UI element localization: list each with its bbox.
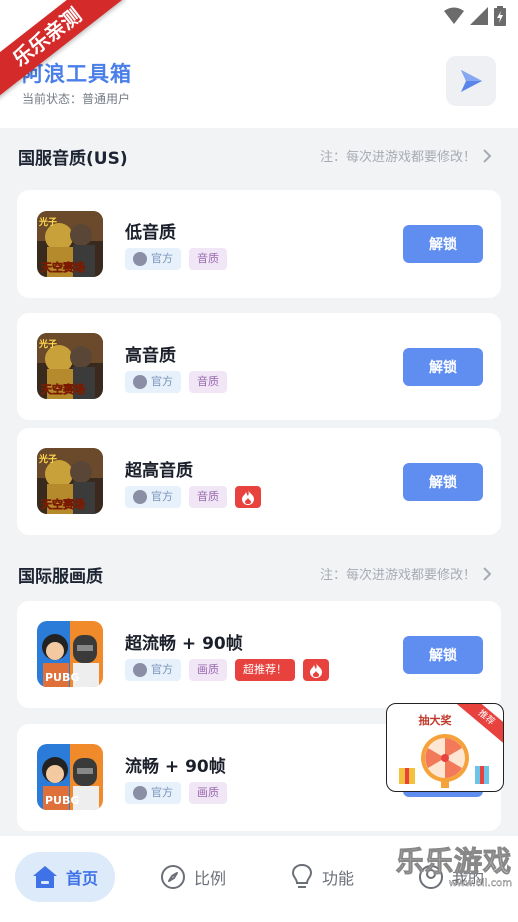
game-icon-label-bottom: 天空赛场	[41, 382, 85, 396]
category-tag: 画质	[189, 659, 227, 681]
compass-icon	[161, 865, 185, 889]
play-button[interactable]	[446, 56, 496, 106]
watermark-logo: 乐乐游戏	[395, 845, 512, 879]
tab-home[interactable]: 首页	[15, 852, 115, 902]
tab-function-label: 功能	[322, 869, 355, 888]
watermark: 乐乐游戏 www.6ll.com	[395, 840, 512, 890]
list-item: 光子 天空赛场 超高音质 官方 音质 解锁	[17, 428, 501, 535]
avatar-icon	[133, 490, 147, 504]
tag-row: 官方 画质 超推荐！	[125, 659, 329, 681]
official-tag-label: 官方	[151, 490, 173, 503]
section-note[interactable]: 注：每次进游戏都要修改！	[320, 564, 492, 583]
section-title: 国际服画质	[18, 567, 103, 587]
tag-row: 官方 音质	[125, 486, 261, 508]
game-icon-intl: PUBG	[37, 621, 103, 687]
official-tag-label: 官方	[151, 663, 173, 676]
game-icon-classic: 光子 天空赛场	[37, 211, 103, 277]
tab-home-label: 首页	[65, 869, 98, 888]
battery-icon	[494, 6, 506, 26]
section-note-text: 注：每次进游戏都要修改！	[319, 150, 476, 165]
game-icon-label-top: 光子	[38, 338, 57, 350]
category-tag: 音质	[189, 371, 227, 393]
tab-function[interactable]: 功能	[290, 852, 354, 902]
list-item: PUBG 超流畅 + 90帧 官方 画质 超推荐！ 解锁	[17, 601, 501, 708]
official-tag-label: 官方	[151, 375, 173, 388]
item-title: 超流畅 + 90帧	[125, 634, 243, 654]
fire-icon	[303, 659, 329, 681]
status-icons	[444, 6, 506, 26]
item-title: 流畅 + 90帧	[125, 757, 226, 777]
avatar-icon	[133, 786, 147, 800]
play-icon	[461, 70, 482, 92]
category-tag: 音质	[189, 486, 227, 508]
game-icon-label-bottom: 天空赛场	[41, 260, 85, 274]
item-title: 低音质	[125, 223, 176, 243]
tag-row: 官方 音质	[125, 248, 227, 270]
game-icon-label-intl: PUBG	[45, 671, 79, 684]
lightbulb-icon	[291, 863, 313, 888]
app-header: 阿浪工具箱 当前状态：普通用户	[0, 34, 518, 128]
game-icon-label-top: 光子	[38, 453, 57, 465]
unlock-button[interactable]: 解锁	[403, 225, 483, 263]
official-tag: 官方	[125, 486, 181, 508]
section-note[interactable]: 注：每次进游戏都要修改！	[320, 146, 492, 165]
item-title: 高音质	[125, 346, 176, 366]
chevron-right-icon	[483, 148, 492, 163]
wifi-icon	[444, 7, 464, 24]
section-note-text: 注：每次进游戏都要修改！	[319, 568, 476, 583]
tab-ratio-label: 比例	[194, 869, 227, 888]
game-icon-intl: PUBG	[37, 744, 103, 810]
list-item: 光子 天空赛场 高音质 官方 音质 解锁	[17, 313, 501, 420]
game-icon-classic: 光子 天空赛场	[37, 333, 103, 399]
user-status: 当前状态：普通用户	[22, 92, 131, 106]
unlock-button[interactable]: 解锁	[403, 636, 483, 674]
category-tag: 画质	[189, 782, 227, 804]
recommend-tag: 超推荐！	[235, 659, 295, 681]
official-tag: 官方	[125, 248, 181, 270]
prize-wheel-icon	[399, 734, 489, 788]
item-title: 超高音质	[125, 461, 193, 481]
category-tag: 音质	[189, 248, 227, 270]
unlock-button[interactable]: 解锁	[403, 463, 483, 501]
list-item: 光子 天空赛场 低音质 官方 音质 解锁	[17, 190, 501, 298]
tag-row: 官方 画质	[125, 782, 227, 804]
section-header-graphics: 国际服画质 注：每次进游戏都要修改！	[0, 546, 518, 598]
signal-icon	[470, 7, 488, 25]
official-tag: 官方	[125, 659, 181, 681]
tab-ratio[interactable]: 比例	[160, 852, 226, 902]
section-title: 国服音质(US)	[18, 149, 128, 169]
official-tag-label: 官方	[151, 786, 173, 799]
avatar-icon	[133, 663, 147, 677]
game-icon-label-intl: PUBG	[45, 794, 79, 807]
official-tag-label: 官方	[151, 252, 173, 265]
game-icon-label-bottom: 天空赛场	[41, 497, 85, 511]
fire-icon	[235, 486, 261, 508]
official-tag: 官方	[125, 782, 181, 804]
chevron-right-icon	[483, 566, 492, 581]
avatar-icon	[133, 252, 147, 266]
home-icon	[32, 866, 57, 888]
official-tag: 官方	[125, 371, 181, 393]
tag-row: 官方 音质	[125, 371, 227, 393]
avatar-icon	[133, 375, 147, 389]
lottery-float-ad[interactable]: 抽大奖 推荐	[386, 703, 504, 792]
unlock-button[interactable]: 解锁	[403, 348, 483, 386]
game-icon-label-top: 光子	[38, 216, 57, 228]
section-header-audio: 国服音质(US) 注：每次进游戏都要修改！	[0, 128, 518, 180]
game-icon-classic: 光子 天空赛场	[37, 448, 103, 514]
